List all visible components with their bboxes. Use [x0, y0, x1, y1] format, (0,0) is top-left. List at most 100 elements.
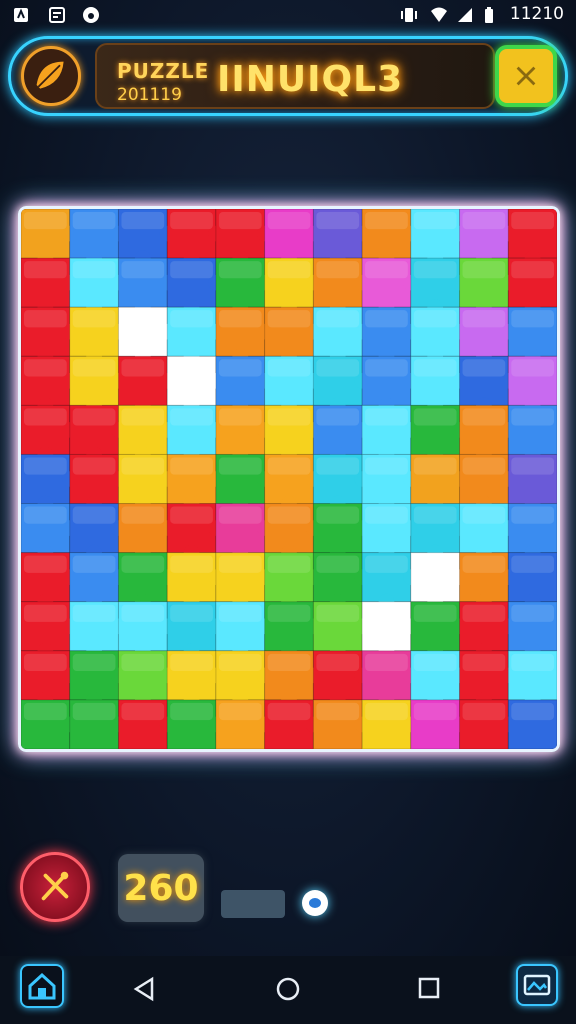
puzzle-piece[interactable] — [459, 552, 517, 610]
puzzle-piece[interactable] — [410, 552, 468, 610]
puzzle-piece[interactable] — [410, 257, 468, 316]
puzzle-piece[interactable] — [166, 257, 224, 316]
back-triangle-icon[interactable] — [132, 976, 156, 1002]
puzzle-piece[interactable] — [215, 257, 273, 316]
puzzle-piece[interactable] — [69, 601, 127, 659]
puzzle-piece[interactable] — [215, 503, 273, 561]
puzzle-piece[interactable] — [69, 306, 127, 365]
puzzle-piece[interactable] — [459, 355, 517, 414]
puzzle-piece[interactable] — [21, 552, 78, 610]
eye-dot-icon[interactable] — [302, 890, 328, 916]
puzzle-piece[interactable] — [21, 404, 78, 463]
puzzle-pieces[interactable] — [21, 209, 557, 749]
puzzle-piece[interactable] — [312, 503, 370, 561]
puzzle-piece[interactable] — [264, 601, 322, 659]
puzzle-piece[interactable] — [410, 306, 468, 365]
puzzle-piece[interactable] — [312, 650, 370, 708]
puzzle-piece[interactable] — [21, 355, 78, 414]
puzzle-piece[interactable] — [312, 453, 370, 512]
home-button[interactable] — [20, 964, 64, 1008]
gallery-button[interactable] — [516, 964, 558, 1006]
puzzle-piece[interactable] — [21, 209, 78, 266]
puzzle-piece[interactable] — [312, 404, 370, 463]
puzzle-piece[interactable] — [215, 453, 273, 512]
puzzle-piece[interactable] — [410, 503, 468, 561]
puzzle-piece[interactable] — [410, 209, 468, 266]
hint-button[interactable] — [20, 852, 90, 922]
puzzle-piece[interactable] — [264, 404, 322, 463]
puzzle-piece[interactable] — [21, 306, 78, 365]
puzzle-piece[interactable] — [21, 601, 78, 659]
puzzle-piece[interactable] — [69, 209, 127, 266]
puzzle-piece[interactable] — [459, 699, 517, 749]
puzzle-piece[interactable] — [507, 699, 557, 749]
puzzle-piece[interactable] — [215, 552, 273, 610]
puzzle-piece[interactable] — [166, 650, 224, 708]
puzzle-piece[interactable] — [264, 257, 322, 316]
puzzle-piece[interactable] — [21, 650, 78, 708]
overview-square-icon[interactable] — [418, 977, 440, 999]
puzzle-piece[interactable] — [215, 601, 273, 659]
home-circle-icon[interactable] — [275, 976, 301, 1002]
puzzle-piece[interactable] — [312, 257, 370, 316]
puzzle-piece[interactable] — [507, 404, 557, 463]
puzzle-piece[interactable] — [117, 404, 175, 463]
puzzle-piece[interactable] — [215, 650, 273, 708]
puzzle-piece[interactable] — [410, 355, 468, 414]
puzzle-piece[interactable] — [507, 453, 557, 512]
puzzle-piece[interactable] — [264, 209, 322, 266]
puzzle-piece[interactable] — [117, 650, 175, 708]
puzzle-piece[interactable] — [312, 355, 370, 414]
puzzle-piece[interactable] — [361, 257, 419, 316]
puzzle-piece[interactable] — [117, 209, 175, 266]
puzzle-piece[interactable] — [69, 503, 127, 561]
puzzle-piece[interactable] — [361, 601, 419, 659]
puzzle-piece[interactable] — [69, 552, 127, 610]
puzzle-piece[interactable] — [215, 699, 273, 749]
puzzle-board[interactable] — [18, 206, 560, 752]
puzzle-piece[interactable] — [410, 699, 468, 749]
puzzle-piece[interactable] — [312, 209, 370, 266]
puzzle-piece[interactable] — [264, 552, 322, 610]
leaf-logo-icon[interactable] — [21, 46, 81, 106]
puzzle-piece[interactable] — [312, 306, 370, 365]
puzzle-piece[interactable] — [69, 699, 127, 749]
puzzle-piece[interactable] — [215, 404, 273, 463]
puzzle-piece[interactable] — [410, 453, 468, 512]
puzzle-piece[interactable] — [361, 306, 419, 365]
puzzle-piece[interactable] — [117, 355, 175, 414]
puzzle-piece[interactable] — [166, 503, 224, 561]
puzzle-piece[interactable] — [69, 650, 127, 708]
puzzle-piece[interactable] — [166, 209, 224, 266]
puzzle-piece[interactable] — [459, 601, 517, 659]
puzzle-piece[interactable] — [166, 355, 224, 414]
puzzle-piece[interactable] — [264, 503, 322, 561]
puzzle-piece[interactable] — [166, 453, 224, 512]
puzzle-piece[interactable] — [69, 355, 127, 414]
puzzle-piece[interactable] — [312, 601, 370, 659]
puzzle-piece[interactable] — [215, 355, 273, 414]
puzzle-piece[interactable] — [117, 257, 175, 316]
puzzle-piece[interactable] — [507, 503, 557, 561]
puzzle-piece[interactable] — [69, 257, 127, 316]
puzzle-piece[interactable] — [264, 650, 322, 708]
puzzle-piece[interactable] — [166, 552, 224, 610]
puzzle-piece[interactable] — [117, 306, 175, 365]
puzzle-piece[interactable] — [166, 601, 224, 659]
puzzle-piece[interactable] — [117, 552, 175, 610]
puzzle-piece[interactable] — [117, 503, 175, 561]
puzzle-piece[interactable] — [361, 552, 419, 610]
puzzle-piece[interactable] — [215, 209, 273, 266]
puzzle-piece[interactable] — [21, 503, 78, 561]
puzzle-piece[interactable] — [264, 355, 322, 414]
puzzle-piece[interactable] — [507, 257, 557, 316]
puzzle-piece[interactable] — [459, 650, 517, 708]
puzzle-piece[interactable] — [361, 650, 419, 708]
close-button[interactable] — [495, 45, 557, 107]
puzzle-piece[interactable] — [507, 306, 557, 365]
puzzle-piece[interactable] — [215, 306, 273, 365]
puzzle-piece[interactable] — [117, 699, 175, 749]
puzzle-piece[interactable] — [166, 404, 224, 463]
puzzle-piece[interactable] — [459, 306, 517, 365]
puzzle-piece[interactable] — [507, 650, 557, 708]
